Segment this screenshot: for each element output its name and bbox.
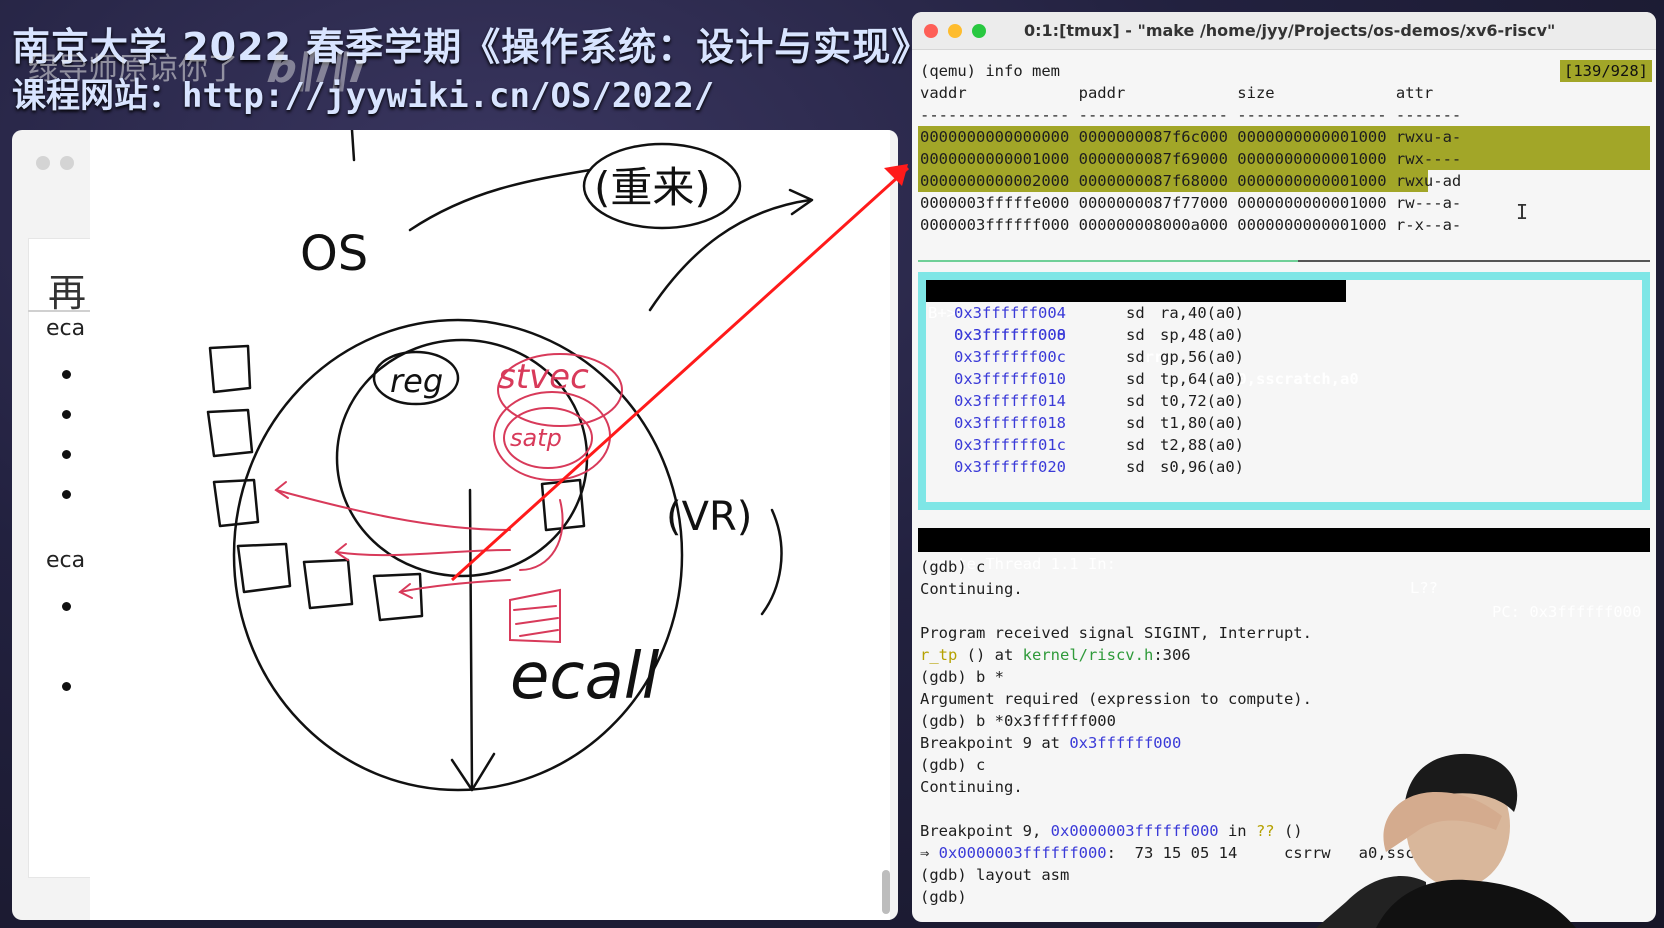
red-arrowhead — [884, 164, 908, 186]
red-arrow-line — [450, 166, 910, 582]
presenter-image — [1316, 753, 1576, 928]
webcam-presenter — [1316, 752, 1616, 928]
